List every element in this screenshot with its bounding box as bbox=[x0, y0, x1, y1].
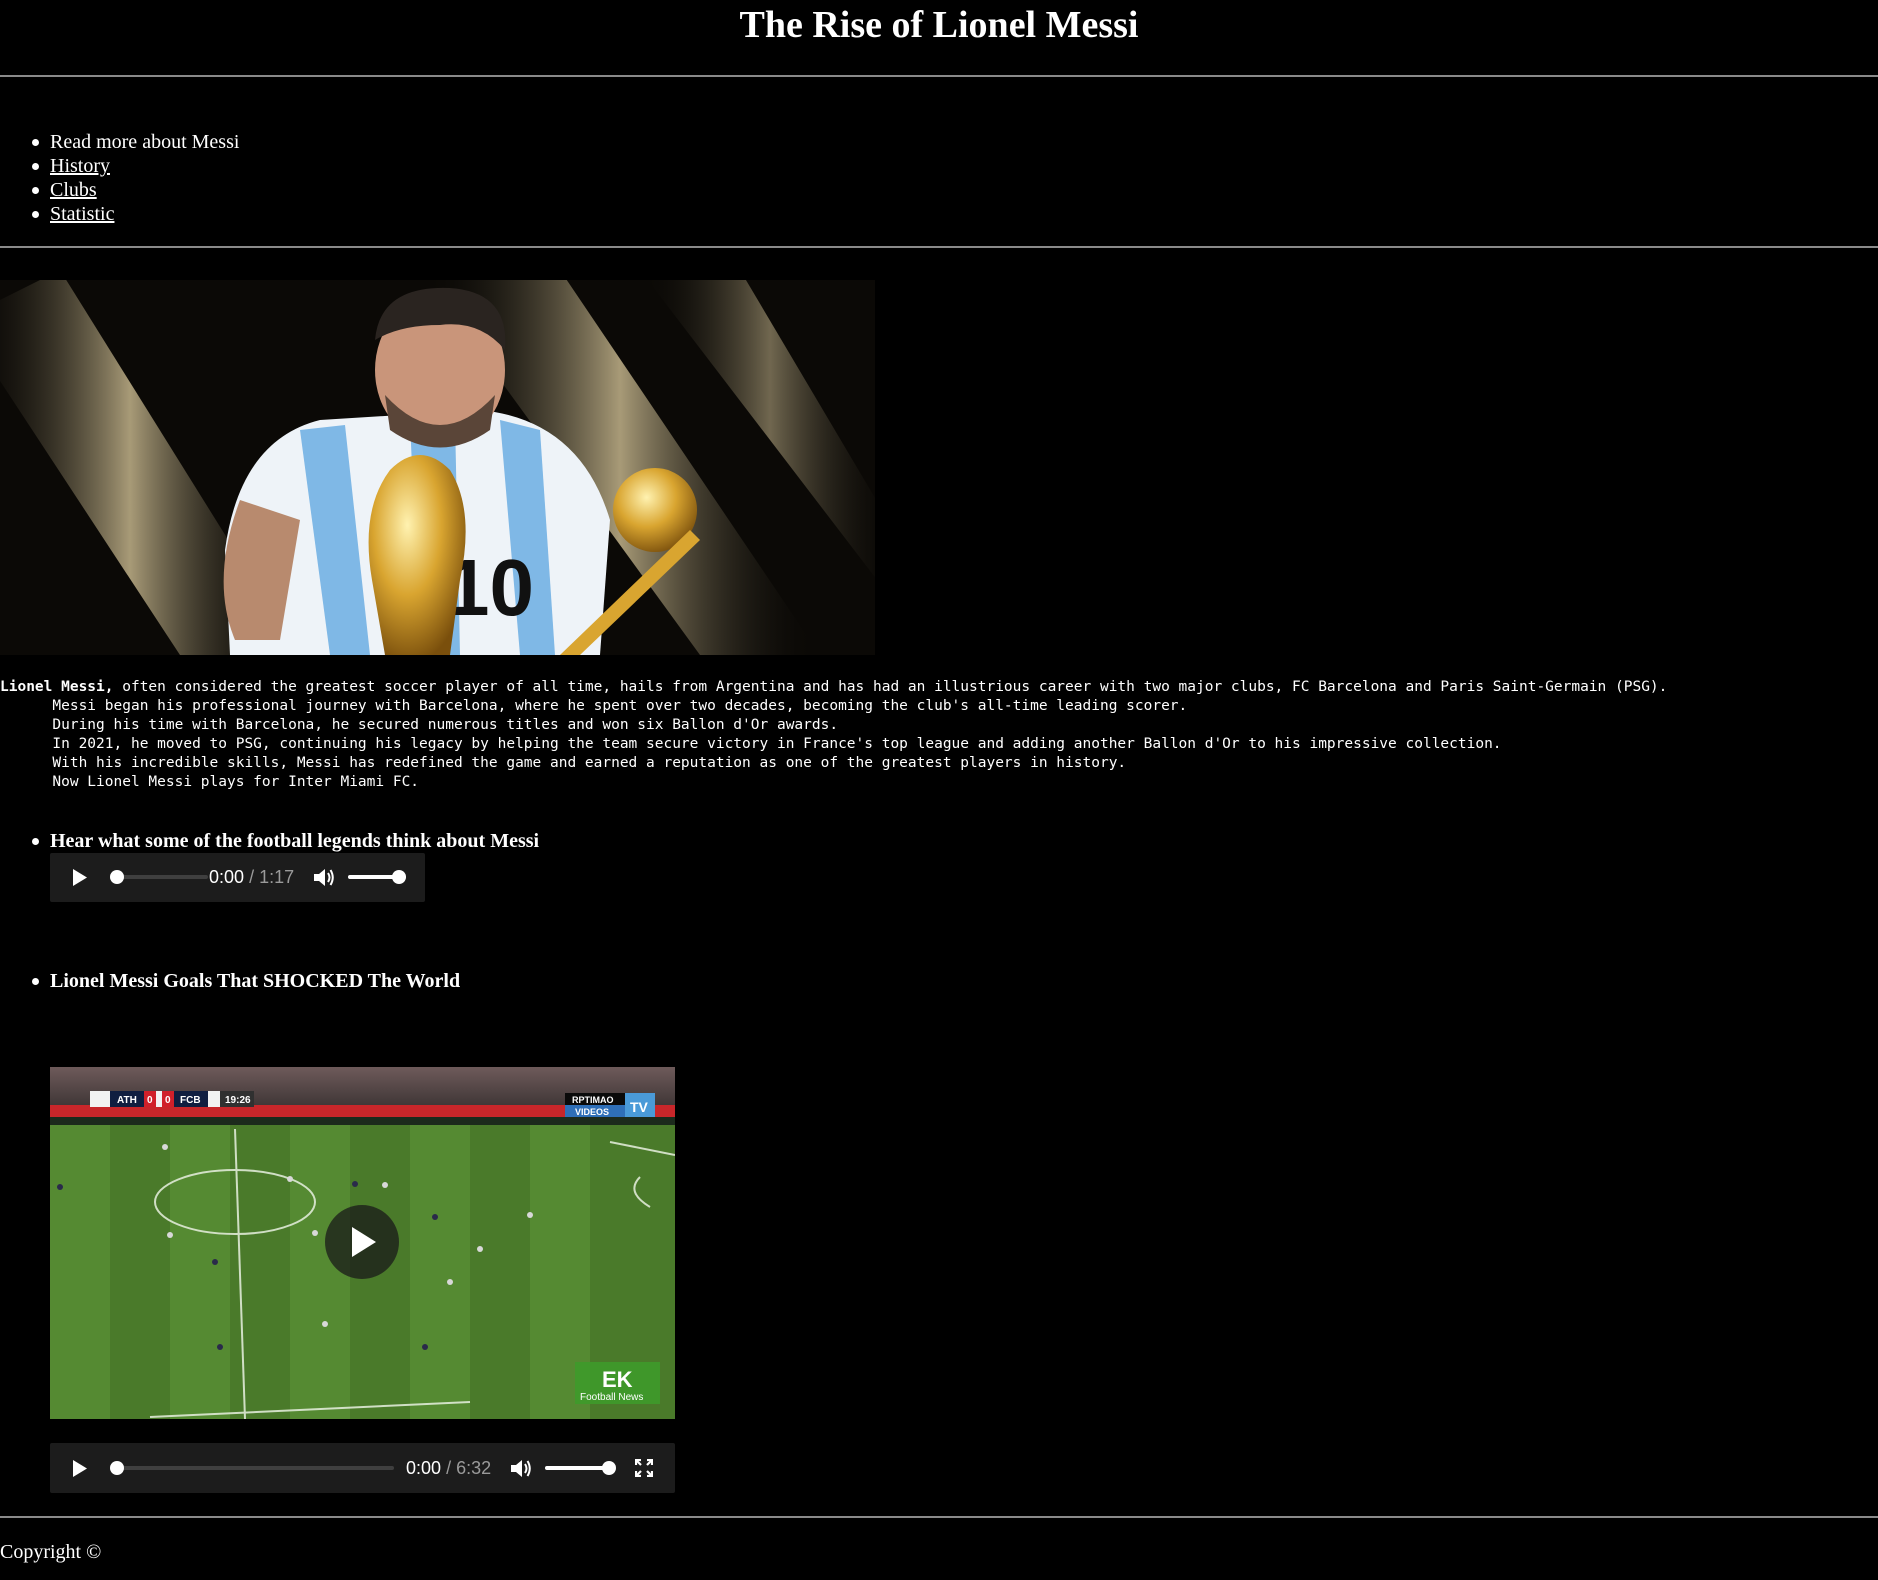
video-controls[interactable]: 0:00 / 6:32 bbox=[50, 1443, 675, 1493]
bio-text: Lionel Messi, often considered the great… bbox=[0, 679, 1668, 790]
volume-icon[interactable] bbox=[510, 1459, 532, 1478]
score-home-goals: 0 bbox=[147, 1095, 153, 1106]
channel-logo-a: RPTIMAO bbox=[572, 1095, 614, 1105]
volume-icon[interactable] bbox=[313, 868, 335, 887]
channel-logo-c: TV bbox=[630, 1099, 649, 1115]
nav-item-history[interactable]: History bbox=[0, 154, 239, 178]
audio-player[interactable]: 0:00 / 1:17 bbox=[50, 853, 425, 902]
clubs-link[interactable]: Clubs bbox=[50, 179, 97, 201]
bio-name: Lionel Messi, bbox=[0, 679, 114, 695]
score-away-goals: 0 bbox=[165, 1095, 171, 1106]
nav-item-clubs[interactable]: Clubs bbox=[0, 178, 239, 202]
score-home: ATH bbox=[117, 1095, 137, 1106]
video-frame[interactable]: ATH 0 0 FCB 19:26 RPTIMAO VIDEOS TV EK F… bbox=[50, 1067, 675, 1419]
nav-list: Read more about Messi History Clubs Stat… bbox=[0, 130, 239, 226]
audio-heading: Hear what some of the football legends t… bbox=[31, 830, 540, 852]
footer-divider bbox=[0, 1516, 1878, 1518]
video-volume-handle[interactable] bbox=[602, 1461, 616, 1475]
video-seek-handle[interactable] bbox=[110, 1461, 124, 1475]
history-link[interactable]: History bbox=[50, 155, 110, 177]
audio-seek-handle[interactable] bbox=[110, 870, 124, 884]
audio-volume-handle[interactable] bbox=[392, 870, 406, 884]
nav-divider bbox=[0, 246, 1878, 248]
page-title: The Rise of Lionel Messi bbox=[739, 4, 1139, 46]
audio-time: 0:00 / 1:17 bbox=[209, 867, 295, 887]
copyright-text: Copyright © bbox=[0, 1541, 102, 1563]
play-icon[interactable] bbox=[72, 1459, 88, 1478]
header-divider bbox=[0, 75, 1878, 77]
hero-image: 10 bbox=[0, 280, 875, 655]
video-seek-bar[interactable] bbox=[112, 1466, 394, 1470]
play-icon[interactable] bbox=[72, 868, 88, 887]
nav-item-statistic[interactable]: Statistic bbox=[0, 202, 239, 226]
channel-logo-b: VIDEOS bbox=[575, 1107, 609, 1117]
video-heading: Lionel Messi Goals That SHOCKED The Worl… bbox=[31, 970, 461, 992]
nav-item-read-more: Read more about Messi bbox=[0, 130, 239, 154]
ek-logo-a: EK bbox=[602, 1367, 633, 1392]
ek-logo-b: Football News bbox=[580, 1392, 643, 1403]
video-time: 0:00 / 6:32 bbox=[406, 1458, 492, 1478]
statistic-link[interactable]: Statistic bbox=[50, 203, 114, 225]
score-away: FCB bbox=[180, 1095, 201, 1106]
audio-seek-bar[interactable] bbox=[112, 875, 208, 879]
fullscreen-icon[interactable] bbox=[635, 1459, 653, 1477]
score-clock: 19:26 bbox=[225, 1095, 251, 1106]
